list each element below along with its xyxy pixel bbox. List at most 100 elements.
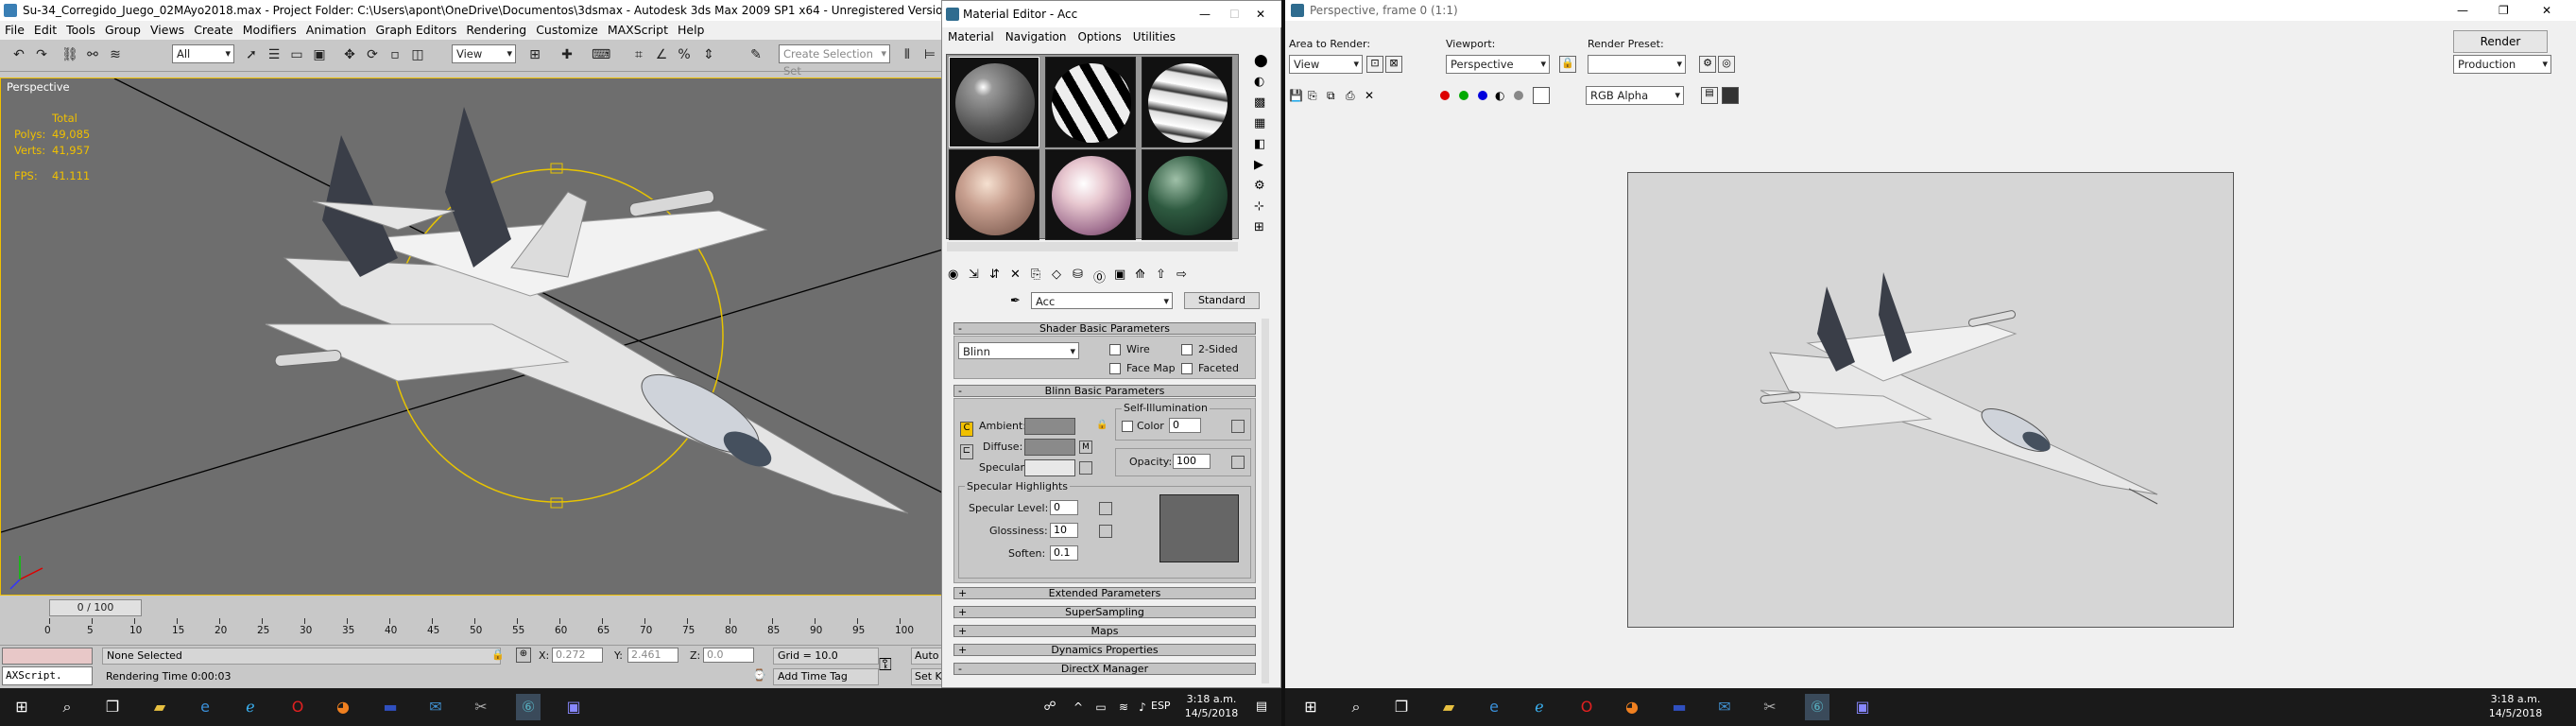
windows-start-icon[interactable]: ⊞ bbox=[1298, 694, 1323, 720]
swatch-icon[interactable] bbox=[1533, 87, 1550, 104]
menu-rendering[interactable]: Rendering bbox=[461, 23, 531, 37]
specular-color-swatch[interactable] bbox=[1024, 459, 1075, 476]
environment-icon[interactable]: ◎ bbox=[1718, 56, 1735, 73]
render-preset-dropdown[interactable] bbox=[1588, 55, 1686, 74]
x-coord-field[interactable]: 0.272 bbox=[552, 648, 603, 663]
file-explorer-icon[interactable]: ▰ bbox=[1436, 694, 1461, 720]
make-copy-icon[interactable]: ⎘ bbox=[1031, 268, 1040, 282]
mirror-icon[interactable]: ⫴ bbox=[898, 45, 917, 64]
toggle-ui-icon[interactable] bbox=[1722, 87, 1739, 104]
bind-space-warp-icon[interactable]: ≋ bbox=[106, 45, 125, 64]
keyboard-shortcut-icon[interactable]: ⌨ bbox=[592, 45, 610, 64]
window-crossing-icon[interactable]: ▣ bbox=[310, 45, 329, 64]
me-menu-navigation[interactable]: Navigation bbox=[1000, 30, 1073, 43]
pivot-icon[interactable]: ⊞ bbox=[525, 45, 544, 64]
lock-icon[interactable]: 🔒 bbox=[1096, 420, 1108, 430]
sample-slot-1[interactable] bbox=[949, 57, 1039, 147]
select-by-name-icon[interactable]: ☰ bbox=[265, 45, 283, 64]
menu-group[interactable]: Group bbox=[100, 23, 146, 37]
wire-checkbox[interactable] bbox=[1109, 344, 1121, 355]
spinner-snap-icon[interactable]: ⇕ bbox=[699, 45, 718, 64]
app-icon-mail[interactable]: ✉ bbox=[423, 694, 448, 720]
clone-window-icon[interactable]: ⧉ bbox=[1327, 89, 1335, 103]
snaps-toggle-icon[interactable]: ⌗ bbox=[629, 45, 648, 64]
get-material-icon[interactable]: ◉ bbox=[948, 268, 958, 282]
select-manipulate-icon[interactable]: ✚ bbox=[558, 45, 576, 64]
task-view-icon[interactable]: ❐ bbox=[100, 694, 125, 720]
time-slider[interactable]: 0 / 100 bbox=[49, 599, 142, 616]
ambient-color-swatch[interactable] bbox=[1024, 418, 1075, 435]
faceted-checkbox[interactable] bbox=[1181, 363, 1193, 374]
z-coord-field[interactable]: 0.0 bbox=[703, 648, 754, 663]
dynamics-rollout[interactable]: + Dynamics Properties bbox=[953, 644, 1256, 656]
add-time-tag-button[interactable]: Add Time Tag bbox=[773, 668, 879, 685]
3dsmax-taskbar-icon[interactable]: ⑥ bbox=[1805, 694, 1829, 720]
menu-modifiers[interactable]: Modifiers bbox=[238, 23, 301, 37]
select-rotate-icon[interactable]: ⟳ bbox=[363, 45, 382, 64]
reference-coord-dropdown[interactable]: View bbox=[452, 44, 516, 63]
sample-slot-4[interactable] bbox=[949, 149, 1039, 240]
sample-slot-6[interactable] bbox=[1142, 149, 1232, 240]
slots-scrollbar[interactable] bbox=[947, 242, 1238, 251]
menu-maxscript[interactable]: MAXScript bbox=[603, 23, 673, 37]
options-icon[interactable]: ⚙ bbox=[1254, 179, 1279, 199]
app-icon-window[interactable]: ▣ bbox=[1850, 694, 1875, 720]
taskbar-clock-right[interactable]: 3:18 a.m. 14/5/2018 bbox=[2485, 692, 2546, 720]
menu-tools[interactable]: Tools bbox=[61, 23, 100, 37]
lock-selection-icon[interactable]: 🔒 bbox=[491, 648, 505, 661]
self-illum-value-field[interactable]: 0 bbox=[1169, 418, 1201, 433]
sample-uv-icon[interactable]: ▦ bbox=[1254, 116, 1279, 137]
menu-help[interactable]: Help bbox=[673, 23, 710, 37]
app-icon-blue[interactable]: ▬ bbox=[378, 694, 403, 720]
material-effects-channel-icon[interactable]: ⓪ bbox=[1093, 268, 1106, 285]
menu-animation[interactable]: Animation bbox=[301, 23, 371, 37]
lock-viewport-icon[interactable]: 🔒 bbox=[1559, 56, 1576, 73]
rw-maximize-icon[interactable]: ❐ bbox=[2499, 0, 2509, 21]
sample-type-icon[interactable]: ⬤ bbox=[1254, 54, 1279, 75]
print-icon[interactable]: ⎙ bbox=[1346, 89, 1355, 103]
firefox-icon[interactable]: ◕ bbox=[331, 694, 355, 720]
menu-graph-editors[interactable]: Graph Editors bbox=[371, 23, 462, 37]
search-icon[interactable]: ⌕ bbox=[55, 694, 79, 720]
sample-slot-2[interactable] bbox=[1045, 57, 1136, 147]
maxscript-listener[interactable]: AXScript. bbox=[2, 666, 93, 685]
render-setup-icon[interactable]: ⚙ bbox=[1699, 56, 1716, 73]
me-menu-options[interactable]: Options bbox=[1072, 30, 1126, 43]
unlink-icon[interactable]: ⚯ bbox=[83, 45, 102, 64]
directx-manager-rollout[interactable]: - DirectX Manager bbox=[953, 663, 1256, 675]
viewport-label[interactable]: Perspective bbox=[7, 80, 70, 94]
spec-level-map-button[interactable] bbox=[1099, 502, 1112, 515]
rendered-image[interactable] bbox=[1627, 172, 2234, 628]
menu-edit[interactable]: Edit bbox=[29, 23, 61, 37]
ie-icon[interactable]: ℯ bbox=[238, 694, 263, 720]
time-tag-icon[interactable]: ⌚ bbox=[752, 668, 766, 682]
material-type-button[interactable]: Standard bbox=[1184, 292, 1260, 309]
auto-key-button[interactable]: Auto bbox=[911, 648, 945, 665]
pick-material-icon[interactable]: ✒ bbox=[1010, 294, 1021, 308]
select-move-icon[interactable]: ✥ bbox=[340, 45, 359, 64]
opacity-map-button[interactable] bbox=[1231, 456, 1245, 469]
show-end-result-icon[interactable]: ⟰ bbox=[1135, 268, 1145, 282]
menu-file[interactable]: File bbox=[0, 23, 29, 37]
language-indicator[interactable]: ESP bbox=[1151, 700, 1171, 712]
clear-icon[interactable]: ✕ bbox=[1365, 89, 1374, 102]
blue-channel-icon[interactable] bbox=[1478, 91, 1487, 100]
rw-minimize-icon[interactable]: — bbox=[2457, 0, 2468, 21]
task-view-icon[interactable]: ❐ bbox=[1389, 694, 1414, 720]
people-icon[interactable]: ☍ bbox=[1038, 694, 1062, 720]
firefox-icon[interactable]: ◕ bbox=[1620, 694, 1644, 720]
notifications-icon[interactable]: ▤ bbox=[1249, 694, 1274, 720]
production-dropdown[interactable]: Production bbox=[2453, 55, 2551, 74]
opera-icon[interactable]: O bbox=[285, 694, 310, 720]
3dsmax-taskbar-icon[interactable]: ⑥ bbox=[516, 694, 541, 720]
copy-image-icon[interactable]: ⎘ bbox=[1308, 89, 1317, 103]
tray-chevron-icon[interactable]: ^ bbox=[1066, 694, 1091, 720]
self-illum-map-button[interactable] bbox=[1231, 420, 1245, 433]
app-icon-tools[interactable]: ✂ bbox=[469, 694, 493, 720]
track-bar[interactable]: 0 5 10 15 20 25 30 35 40 45 50 55 60 65 70 75 80 85 90 95 10… bbox=[44, 618, 937, 643]
red-channel-icon[interactable] bbox=[1440, 91, 1450, 100]
diffuse-map-button[interactable]: M bbox=[1079, 441, 1092, 454]
angle-snap-icon[interactable]: ∠ bbox=[652, 45, 671, 64]
area-to-render-dropdown[interactable]: View bbox=[1289, 55, 1363, 74]
ie-icon[interactable]: ℯ bbox=[1527, 694, 1552, 720]
